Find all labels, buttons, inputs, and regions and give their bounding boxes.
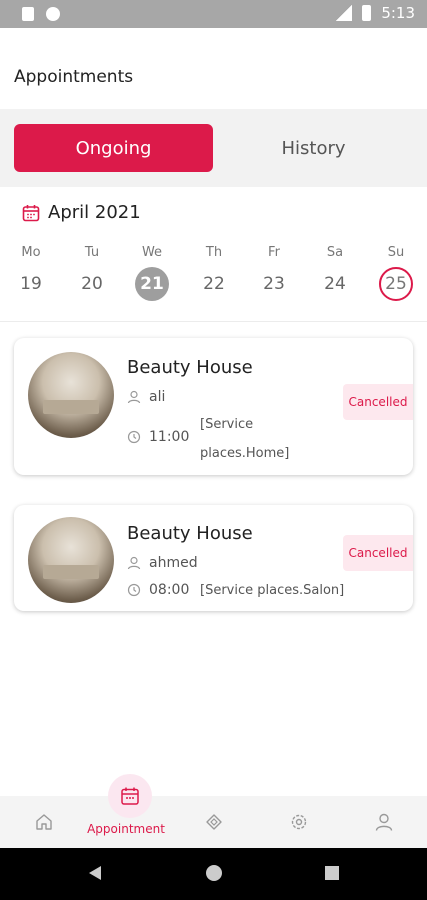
- status-bar: 5:13: [0, 0, 427, 28]
- appointment-time: 11:00: [149, 429, 190, 445]
- day-date-selected: 25: [379, 267, 413, 301]
- nav-appointment-label[interactable]: Appointment: [76, 822, 176, 836]
- clock-icon: [127, 430, 141, 444]
- status-badge: Cancelled: [343, 535, 413, 571]
- home-circle-icon[interactable]: [206, 865, 222, 881]
- day-name: Mo: [21, 245, 41, 260]
- sd-card-icon: [22, 7, 34, 21]
- appointment-time: 08:00: [149, 582, 190, 598]
- day-name: Su: [387, 245, 405, 260]
- month-label: April 2021: [48, 202, 141, 223]
- day-tue[interactable]: Tu 20: [67, 245, 117, 301]
- day-mon[interactable]: Mo 19: [6, 245, 56, 301]
- clock-icon: [127, 583, 141, 597]
- day-date: 20: [81, 274, 103, 294]
- client-name: ali: [149, 389, 166, 405]
- day-date: 19: [20, 274, 42, 294]
- status-badge: Cancelled: [343, 384, 413, 420]
- nav-home[interactable]: [30, 796, 58, 848]
- day-name: Tu: [84, 245, 100, 260]
- day-date: 24: [324, 274, 346, 294]
- services-icon: [206, 814, 222, 830]
- signal-icon: [336, 5, 353, 21]
- week-strip: Mo 19 Tu 20 We 21 Th 22 Fr 23 Sa 24 Su 2…: [0, 245, 427, 305]
- status-time: 5:13: [381, 4, 415, 22]
- client-row: ali: [127, 389, 165, 405]
- time-row: 11:00: [127, 429, 189, 445]
- recent-apps-icon[interactable]: [325, 866, 339, 880]
- client-name: ahmed: [149, 555, 198, 571]
- tab-history[interactable]: History: [214, 124, 413, 172]
- day-name: We: [141, 245, 163, 260]
- service-place: [Service places.Home]: [200, 417, 290, 461]
- home-icon: [36, 814, 52, 830]
- nav-settings[interactable]: [285, 796, 313, 848]
- day-thu[interactable]: Th 22: [189, 245, 239, 301]
- tabs-bar: Ongoing History: [0, 109, 427, 187]
- time-row: 08:00: [127, 582, 189, 598]
- appointment-card[interactable]: Beauty House ali 11:00 [Service places.H…: [14, 338, 413, 475]
- client-row: ahmed: [127, 555, 198, 571]
- shop-name: Beauty House: [127, 357, 253, 378]
- tab-ongoing[interactable]: Ongoing: [14, 124, 213, 172]
- settings-icon: [291, 814, 307, 830]
- salon-thumbnail: [28, 517, 114, 603]
- nav-appointment[interactable]: [108, 774, 152, 818]
- appointment-card[interactable]: Beauty House ahmed 08:00 [Service places…: [14, 505, 413, 611]
- day-date: 22: [203, 274, 225, 294]
- system-nav-bar: [0, 848, 427, 900]
- day-fri[interactable]: Fr 23: [249, 245, 299, 301]
- back-icon[interactable]: [89, 866, 101, 880]
- day-date-today: 21: [135, 267, 169, 301]
- day-sat[interactable]: Sa 24: [310, 245, 360, 301]
- profile-icon: [375, 813, 393, 831]
- shop-name: Beauty House: [127, 523, 253, 544]
- day-name: Th: [205, 245, 223, 260]
- day-name: Fr: [268, 245, 280, 260]
- user-icon: [127, 390, 141, 404]
- salon-thumbnail: [28, 352, 114, 438]
- service-place: [Service places.Salon]: [200, 583, 345, 598]
- battery-icon: [362, 5, 372, 21]
- day-date: 23: [263, 274, 285, 294]
- day-name: Sa: [326, 245, 344, 260]
- bottom-nav: [0, 796, 427, 848]
- month-header[interactable]: April 2021: [22, 202, 141, 223]
- appointment-icon: [121, 787, 139, 805]
- day-wed[interactable]: We 21: [127, 245, 177, 301]
- nav-profile[interactable]: [370, 796, 398, 848]
- user-icon: [127, 556, 141, 570]
- page-title: Appointments: [14, 67, 134, 87]
- day-sun[interactable]: Su 25: [371, 245, 421, 301]
- nav-services[interactable]: [200, 796, 228, 848]
- divider: [0, 321, 427, 322]
- notification-dot-icon: [46, 7, 60, 21]
- calendar-icon: [22, 204, 40, 222]
